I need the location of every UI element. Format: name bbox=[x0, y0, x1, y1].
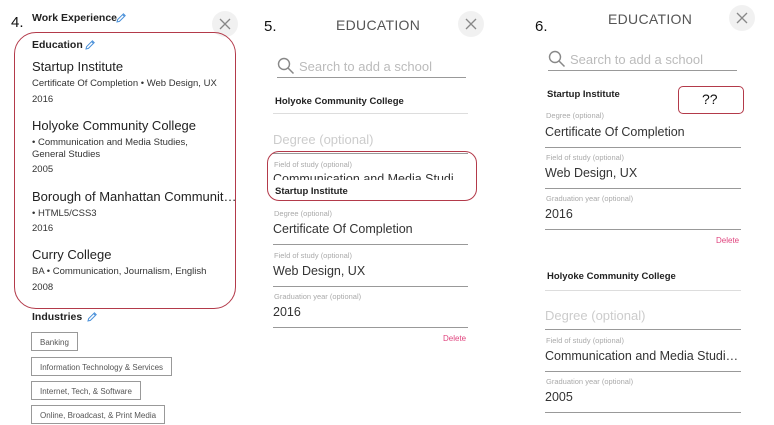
search-icon bbox=[548, 50, 566, 68]
industry-tag[interactable]: Banking bbox=[31, 332, 78, 351]
divider bbox=[545, 371, 741, 372]
divider bbox=[273, 113, 468, 114]
search-input[interactable] bbox=[299, 59, 459, 74]
school-heading: Holyoke Community College bbox=[547, 271, 676, 282]
divider bbox=[273, 286, 468, 287]
industry-tag[interactable]: Online, Broadcast, & Print Media bbox=[31, 405, 166, 424]
field-of-study-input[interactable]: Web Design, UX bbox=[273, 264, 365, 278]
divider bbox=[273, 244, 468, 245]
close-icon bbox=[219, 18, 231, 30]
graduation-year-label: Graduation year (optional) bbox=[274, 292, 362, 301]
divider bbox=[545, 412, 741, 413]
step-number: 6. bbox=[535, 18, 548, 35]
school-heading: Holyoke Community College bbox=[275, 96, 404, 107]
industries-title: Industries bbox=[32, 311, 83, 323]
divider bbox=[545, 290, 741, 291]
divider bbox=[545, 329, 741, 330]
close-icon bbox=[736, 12, 748, 24]
degree-label: Degree (optional) bbox=[274, 209, 332, 218]
graduation-year-label: Graduation year (optional) bbox=[546, 377, 634, 386]
close-button[interactable] bbox=[458, 11, 484, 37]
annotation-text: ?? bbox=[702, 91, 718, 107]
divider bbox=[545, 147, 741, 148]
school-search bbox=[548, 48, 737, 71]
field-of-study-label: Field of study (optional) bbox=[546, 336, 624, 345]
field-of-study-input[interactable]: Web Design, UX bbox=[545, 166, 637, 180]
industry-tag[interactable]: Information Technology & Services bbox=[31, 357, 173, 376]
pencil-icon[interactable] bbox=[86, 310, 98, 328]
divider bbox=[545, 229, 741, 230]
divider bbox=[273, 327, 468, 328]
work-experience-title: Work Experience bbox=[32, 12, 118, 24]
delete-link[interactable]: Delete bbox=[716, 236, 739, 245]
close-icon bbox=[465, 18, 477, 30]
delete-link[interactable]: Delete bbox=[443, 334, 466, 343]
pencil-icon[interactable] bbox=[115, 11, 127, 29]
degree-input[interactable]: Degree (optional) bbox=[273, 132, 373, 147]
graduation-year-input[interactable]: 2016 bbox=[545, 207, 573, 221]
step-number: 5. bbox=[264, 18, 277, 35]
school-search bbox=[277, 55, 466, 78]
field-of-study-label: Field of study (optional) bbox=[274, 251, 352, 260]
degree-input[interactable]: Degree (optional) bbox=[545, 308, 645, 323]
graduation-year-label: Graduation year (optional) bbox=[546, 194, 634, 203]
annotation-highlight bbox=[14, 32, 236, 309]
industry-tag[interactable]: Internet, Tech, & Software bbox=[31, 381, 141, 400]
field-of-study-label: Field of study (optional) bbox=[546, 153, 624, 162]
step-number: 4. bbox=[11, 14, 24, 31]
degree-input[interactable]: Certificate Of Completion bbox=[545, 125, 685, 139]
search-input[interactable] bbox=[570, 52, 730, 67]
search-icon bbox=[277, 57, 295, 75]
close-button[interactable] bbox=[729, 5, 755, 31]
degree-label: Degree (optional) bbox=[546, 111, 604, 120]
modal-title: EDUCATION bbox=[336, 17, 421, 33]
degree-input[interactable]: Certificate Of Completion bbox=[273, 222, 413, 236]
school-heading: Startup Institute bbox=[547, 89, 620, 100]
graduation-year-input[interactable]: 2005 bbox=[545, 390, 573, 404]
field-of-study-input[interactable]: Communication and Media Studi… bbox=[545, 349, 741, 363]
graduation-year-input[interactable]: 2016 bbox=[273, 305, 301, 319]
divider bbox=[545, 188, 741, 189]
modal-title: EDUCATION bbox=[608, 11, 693, 27]
annotation-highlight bbox=[267, 151, 477, 201]
